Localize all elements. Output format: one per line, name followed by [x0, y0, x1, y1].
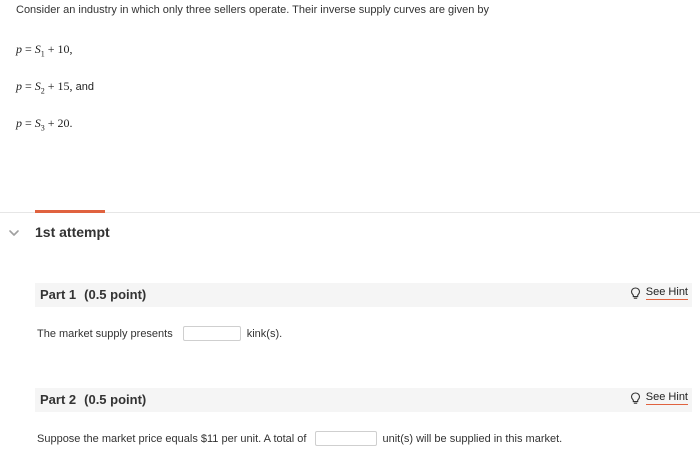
part-1-hint-label[interactable]: See Hint — [645, 286, 688, 300]
part-2-question-suffix: unit(s) will be supplied in this market. — [382, 432, 563, 445]
part-1-title: Part 1 (0.5 point) — [40, 287, 146, 302]
supply-equation-1: p = S1 + 10, — [16, 42, 73, 59]
lightbulb-icon — [630, 286, 641, 300]
part-2-see-hint-link[interactable]: See Hint — [630, 391, 688, 405]
part-2-question: Suppose the market price equals $11 per … — [37, 431, 562, 446]
lightbulb-icon — [630, 391, 641, 405]
part-1-question: The market supply presents kink(s). — [37, 326, 282, 341]
part-1-question-suffix: kink(s). — [246, 327, 283, 340]
part-2-points: (0.5 point) — [84, 392, 147, 407]
part-2-answer-input[interactable] — [315, 431, 378, 446]
supply-equation-3: p = S3 + 20. — [16, 116, 73, 133]
part-2-title: Part 2 (0.5 point) — [40, 392, 146, 407]
intro-text: Consider an industry in which only three… — [16, 4, 490, 16]
part-2-label: Part 2 — [40, 392, 77, 407]
section-divider — [0, 212, 700, 213]
part-1-see-hint-link[interactable]: See Hint — [630, 286, 688, 300]
part-1-answer-input[interactable] — [182, 326, 241, 341]
attempt-tab-indicator — [35, 210, 105, 213]
part-1-header: Part 1 (0.5 point) See Hint — [35, 283, 692, 307]
chevron-down-icon[interactable] — [8, 226, 20, 238]
part-2-question-text: Suppose the market price equals $11 per … — [37, 432, 307, 445]
part-1-question-text: The market supply presents — [37, 327, 173, 340]
supply-equation-2: p = S2 + 15, and — [16, 79, 94, 96]
part-2-header: Part 2 (0.5 point) See Hint — [35, 388, 692, 412]
attempt-title[interactable]: 1st attempt — [35, 224, 110, 240]
part-2-hint-label[interactable]: See Hint — [645, 391, 688, 405]
part-1-points: (0.5 point) — [84, 287, 147, 302]
part-1-label: Part 1 — [40, 287, 77, 302]
